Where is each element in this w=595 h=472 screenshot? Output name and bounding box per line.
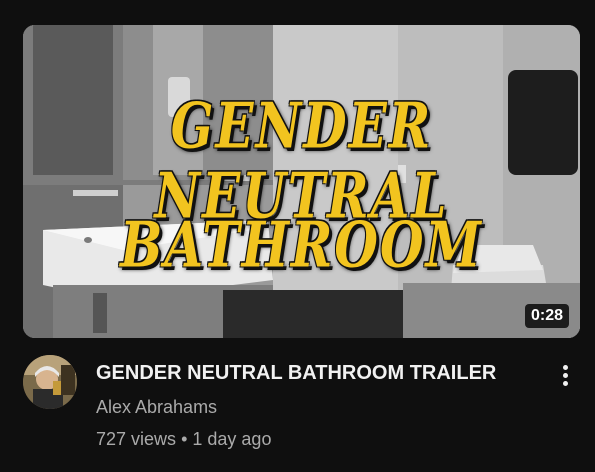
video-card: GENDER NEUTRAL BATHROOM 0:28 GENDER NEUT… (0, 0, 595, 472)
duration-badge: 0:28 (524, 304, 569, 328)
video-title[interactable]: GENDER NEUTRAL BATHROOM TRAILER (96, 362, 496, 385)
more-options-button[interactable] (551, 362, 579, 394)
vertical-dots-icon (551, 365, 579, 386)
bathroom-scene-image (23, 25, 580, 338)
meta-separator: • (181, 429, 188, 449)
video-metadata: 727 views • 1 day ago (96, 429, 271, 450)
video-thumbnail[interactable]: GENDER NEUTRAL BATHROOM 0:28 (23, 25, 580, 338)
upload-age: 1 day ago (192, 429, 272, 449)
avatar-image (23, 355, 77, 409)
channel-avatar[interactable] (23, 355, 77, 409)
view-count: 727 views (96, 429, 177, 449)
channel-name[interactable]: Alex Abrahams (96, 397, 217, 418)
